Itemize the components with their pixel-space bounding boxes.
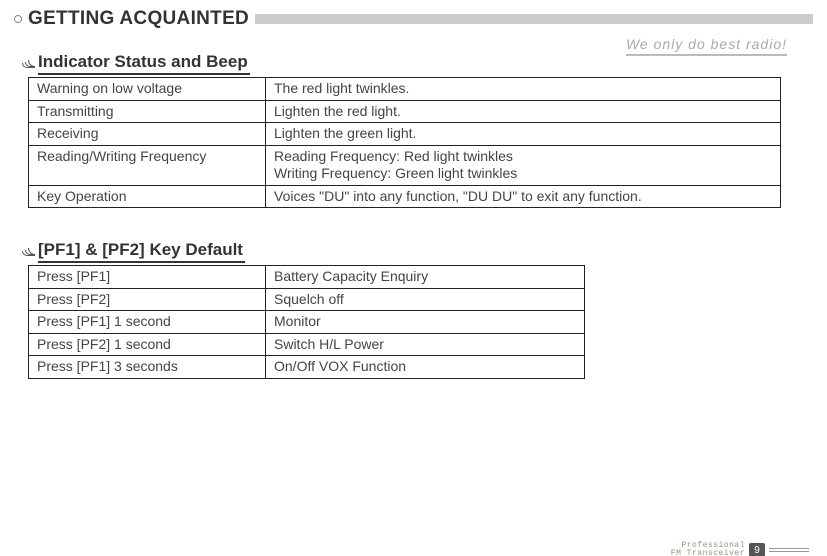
footer-label: Professional FM Transceiver [671,542,745,556]
table-row: Reading/Writing FrequencyReading Frequen… [29,145,781,185]
page-number: 9 [749,543,765,556]
section-indicator-status: Indicator Status and Beep Warning on low… [20,52,807,208]
table-row: Key OperationVoices "DU" into any functi… [29,185,781,208]
indicator-status-table: Warning on low voltageThe red light twin… [28,77,781,208]
table-row: Press [PF1] 1 secondMonitor [29,311,585,334]
table-row: Press [PF1]Battery Capacity Enquiry [29,266,585,289]
footer-rule-icon [769,546,809,554]
pf-keys-table: Press [PF1]Battery Capacity Enquiry Pres… [28,265,585,379]
table-row: Press [PF1] 3 secondsOn/Off VOX Function [29,356,585,379]
table-row: TransmittingLighten the red light. [29,100,781,123]
header-bullet-icon [14,15,22,23]
page-title: GETTING ACQUAINTED [28,8,249,30]
table-row: Warning on low voltageThe red light twin… [29,78,781,101]
section-pf-keys: [PF1] & [PF2] Key Default Press [PF1]Bat… [20,240,807,379]
table-row: ReceivingLighten the green light. [29,123,781,146]
section-title: Indicator Status and Beep [38,52,250,75]
section-title: [PF1] & [PF2] Key Default [38,240,245,263]
tagline: We only do best radio! [626,36,787,56]
wave-icon [20,60,36,68]
table-row: Press [PF2] 1 secondSwitch H/L Power [29,333,585,356]
header-rule [255,14,813,24]
wave-icon [20,248,36,256]
page-footer: Professional FM Transceiver 9 [671,542,809,556]
page-header: GETTING ACQUAINTED [14,8,813,30]
table-row: Press [PF2]Squelch off [29,288,585,311]
